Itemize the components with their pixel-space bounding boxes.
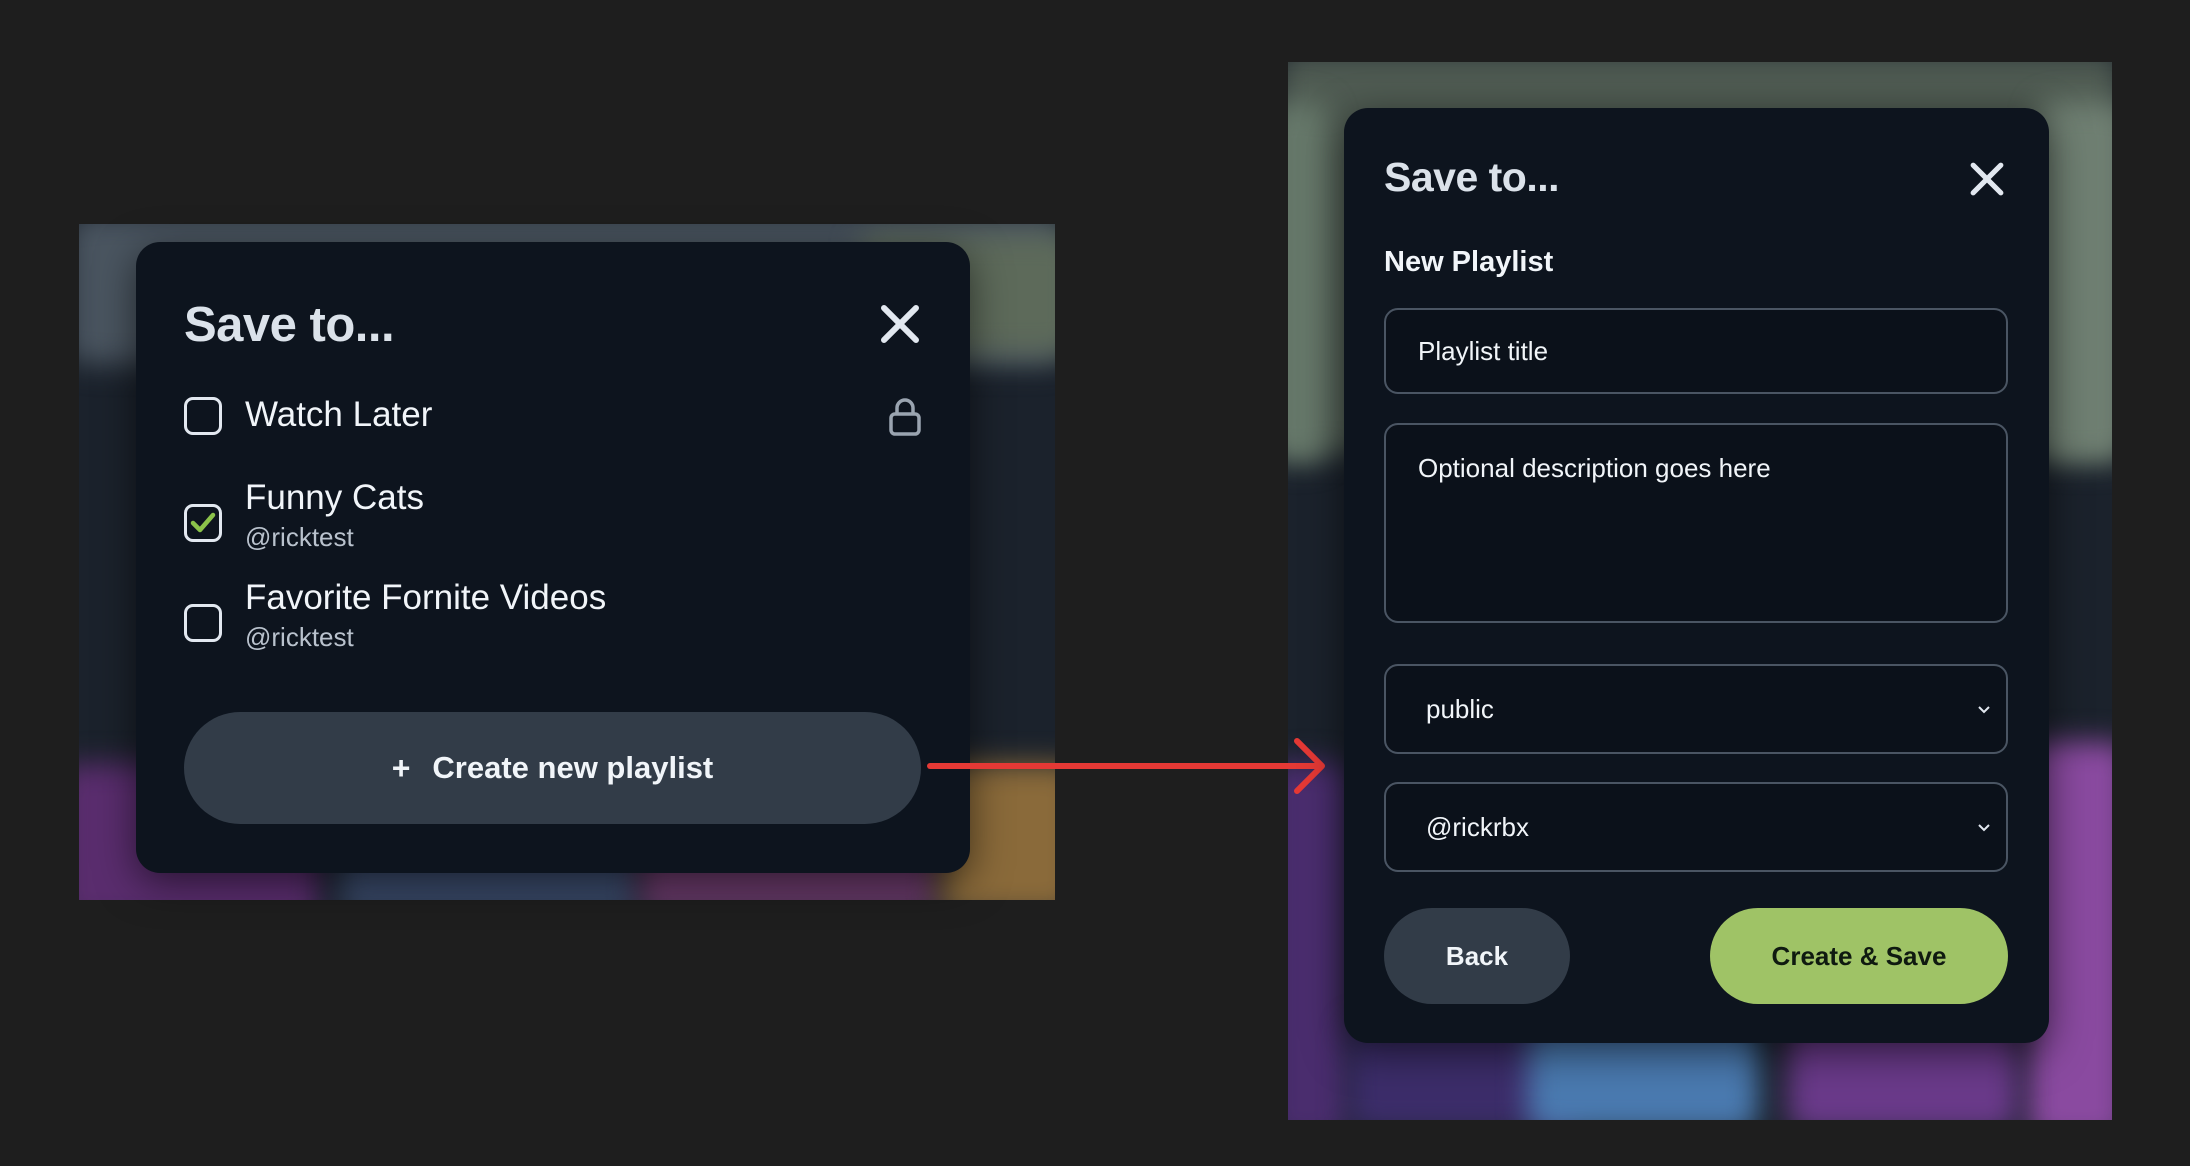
playlist-description-textarea[interactable]: Optional description goes here: [1384, 423, 2008, 623]
chevron-down-icon: [1978, 706, 1990, 714]
section-label: New Playlist: [1384, 246, 1554, 278]
lock-icon: [888, 397, 922, 437]
dialog-title: Save to...: [1384, 154, 1560, 200]
dialog-title: Save to...: [184, 298, 395, 352]
playlist-title-input[interactable]: Playlist title: [1384, 308, 2008, 394]
arrow-icon: [927, 738, 1325, 794]
plus-icon: +: [391, 749, 411, 786]
channel-select[interactable]: @rickrbx: [1384, 782, 2008, 872]
playlist-checkbox[interactable]: [184, 397, 222, 435]
visibility-selected-value: public: [1426, 694, 1494, 724]
playlist-checkbox[interactable]: [184, 604, 222, 642]
create-new-playlist-button[interactable]: + Create new playlist: [184, 712, 921, 824]
playlist-item-watch-later[interactable]: Watch Later: [184, 395, 922, 477]
playlist-owner: @ricktest: [245, 522, 354, 552]
close-icon[interactable]: [1968, 160, 2006, 198]
back-button[interactable]: Back: [1384, 908, 1570, 1004]
new-playlist-dialog: Save to... New Playlist Playlist title O…: [1344, 108, 2049, 1043]
close-icon[interactable]: [878, 302, 922, 346]
playlist-item-favorite-fornite-videos[interactable]: Favorite Fornite Videos @ricktest: [184, 578, 922, 664]
visibility-select[interactable]: public: [1384, 664, 2008, 754]
playlist-owner: @ricktest: [245, 622, 354, 652]
playlist-checkbox-checked[interactable]: [184, 504, 222, 542]
playlist-name: Watch Later: [245, 395, 433, 434]
create-new-playlist-label: Create new playlist: [432, 750, 714, 785]
playlist-name: Favorite Fornite Videos: [245, 578, 607, 617]
channel-selected-value: @rickrbx: [1426, 812, 1529, 842]
create-and-save-button[interactable]: Create & Save: [1710, 908, 2008, 1004]
chevron-down-icon: [1978, 824, 1990, 832]
checkmark-icon: [190, 512, 216, 533]
playlist-name: Funny Cats: [245, 478, 424, 517]
save-to-dialog: Save to... Watch Later Funny Cats @rickt…: [136, 242, 970, 873]
playlist-item-funny-cats[interactable]: Funny Cats @ricktest: [184, 478, 922, 564]
